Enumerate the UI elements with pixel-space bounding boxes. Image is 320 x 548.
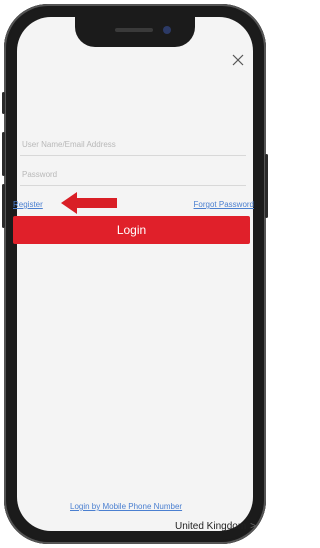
close-icon-glyph bbox=[232, 54, 244, 66]
mobile-login-link[interactable]: Login by Mobile Phone Number bbox=[70, 502, 182, 511]
phone-screen-wrapper bbox=[4, 4, 266, 544]
login-button[interactable]: Login bbox=[13, 216, 250, 244]
register-link[interactable]: Register bbox=[13, 200, 43, 209]
chevron-right-icon: > bbox=[250, 521, 256, 532]
front-camera bbox=[163, 26, 171, 34]
app-screen bbox=[17, 17, 253, 531]
username-input[interactable] bbox=[20, 133, 246, 156]
notch bbox=[75, 17, 195, 47]
password-input[interactable] bbox=[20, 163, 246, 186]
country-label: United Kingdom bbox=[175, 521, 247, 532]
speaker-grille bbox=[115, 28, 153, 32]
red-arrow-icon bbox=[61, 192, 117, 214]
country-selector[interactable]: United Kingdom > bbox=[175, 521, 256, 532]
close-icon[interactable] bbox=[229, 51, 247, 69]
forgot-password-link[interactable]: Forgot Password bbox=[194, 200, 254, 209]
